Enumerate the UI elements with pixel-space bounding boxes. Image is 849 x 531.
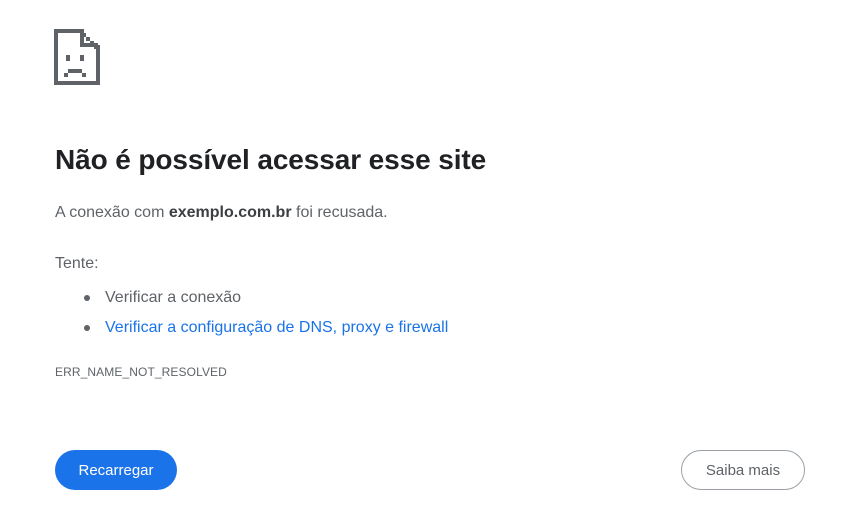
suggestion-check-dns[interactable]: Verificar a configuração de DNS, proxy e… bbox=[84, 313, 448, 343]
bullet-icon bbox=[84, 295, 90, 301]
summary-suffix: foi recusada. bbox=[291, 204, 388, 221]
error-page: Não é possível acessar esse site A conex… bbox=[0, 0, 849, 531]
check-dns-proxy-firewall-link[interactable]: Verificar a configuração de DNS, proxy e… bbox=[105, 319, 448, 336]
reload-button[interactable]: Recarregar bbox=[55, 450, 177, 490]
try-label: Tente: bbox=[55, 255, 99, 272]
summary-prefix: A conexão com bbox=[55, 204, 169, 221]
sad-document-icon bbox=[54, 29, 100, 85]
suggestion-label: Verificar a conexão bbox=[105, 289, 242, 306]
error-code: ERR_NAME_NOT_RESOLVED bbox=[55, 365, 227, 379]
suggestions-list: Verificar a conexão Verificar a configur… bbox=[84, 283, 448, 343]
error-summary: A conexão com exemplo.com.br foi recusad… bbox=[55, 204, 388, 222]
host-name: exemplo.com.br bbox=[168, 204, 292, 221]
bullet-icon bbox=[84, 325, 90, 331]
learn-more-button[interactable]: Saiba mais bbox=[681, 450, 805, 490]
page-title: Não é possível acessar esse site bbox=[55, 144, 487, 175]
suggestion-check-connection: Verificar a conexão bbox=[84, 283, 448, 313]
